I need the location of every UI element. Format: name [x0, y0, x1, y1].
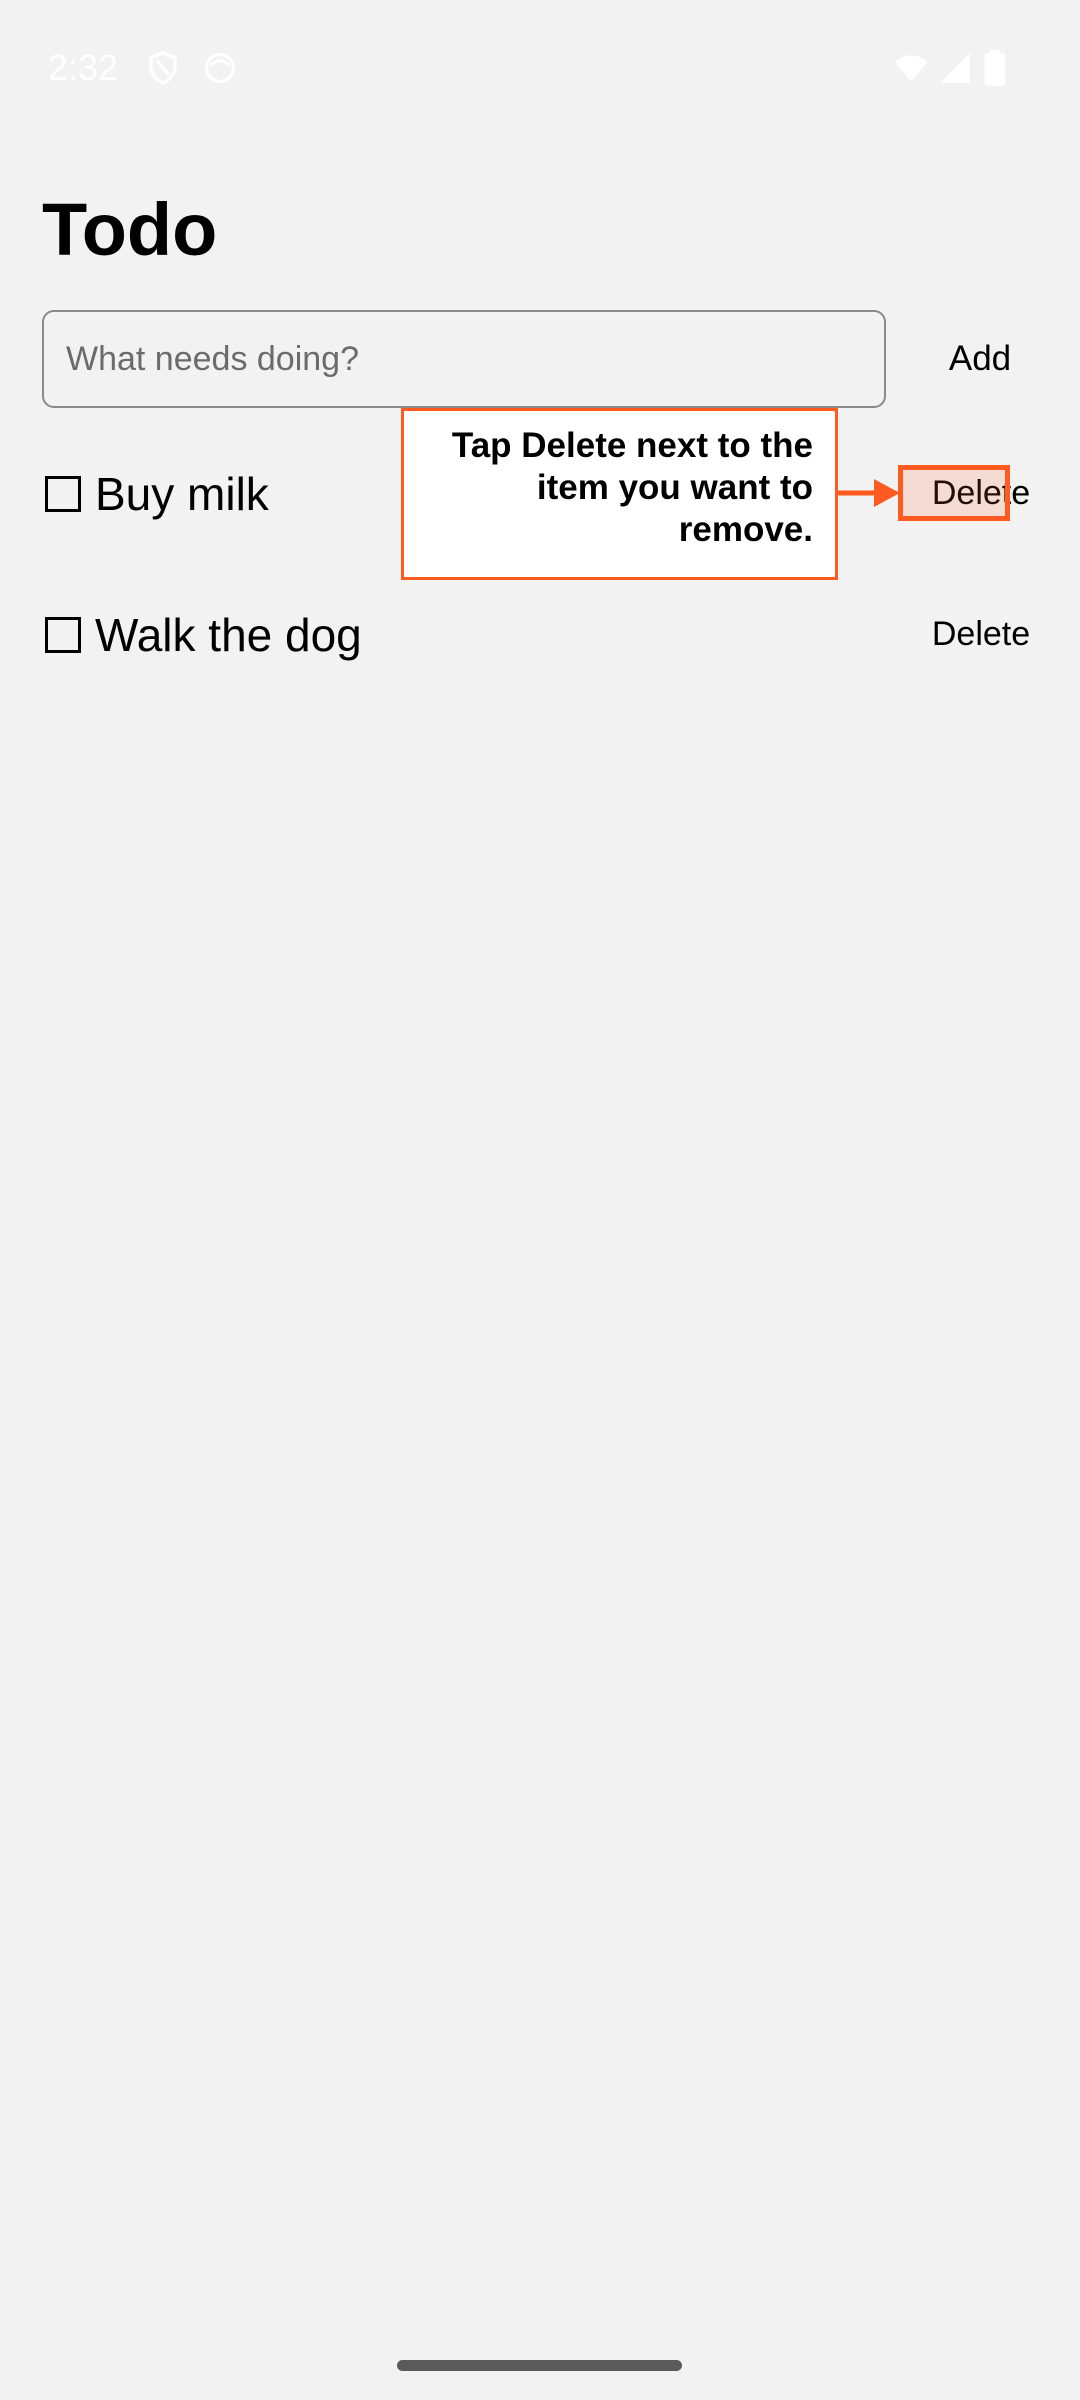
- home-indicator[interactable]: [397, 2360, 682, 2371]
- todo-item-text: Walk the dog: [95, 609, 362, 661]
- arrow-right-icon: [836, 479, 900, 507]
- battery-icon: [984, 50, 1006, 86]
- unchecked-checkbox-icon[interactable]: [45, 476, 81, 512]
- todo-item-label[interactable]: Buy milk: [42, 449, 269, 539]
- shield-icon: [149, 51, 177, 85]
- todo-item-text: Buy milk: [95, 468, 269, 520]
- todo-item-label[interactable]: Walk the dog: [42, 590, 362, 680]
- wifi-icon: [894, 55, 928, 82]
- status-bar: 2:32: [0, 0, 1080, 140]
- page-title: Todo: [42, 188, 218, 271]
- face-icon: [204, 52, 236, 84]
- delete-button[interactable]: Delete: [926, 604, 1036, 664]
- status-time: 2:32: [48, 47, 119, 88]
- cellular-icon: [940, 53, 970, 83]
- new-todo-input[interactable]: [42, 310, 886, 408]
- add-button[interactable]: Add: [920, 318, 1040, 400]
- delete-highlight-box: [898, 465, 1010, 521]
- unchecked-checkbox-icon[interactable]: [45, 617, 81, 653]
- instruction-callout: Tap Delete next to the item you want to …: [401, 408, 838, 580]
- todo-item: Walk the dog Delete: [42, 590, 1042, 680]
